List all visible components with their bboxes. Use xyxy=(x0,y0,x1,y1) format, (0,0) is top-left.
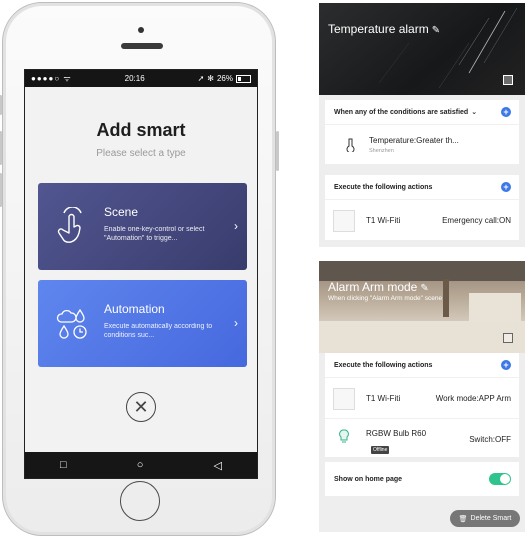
location-icon: ➚ xyxy=(197,74,205,83)
conditions-card: When any of the conditions are satisfied… xyxy=(325,100,519,164)
hero-image-dark: Temperature alarm ✎ xyxy=(319,3,525,95)
phone-frame: ●●●●○ ᯤ 20:16 ➚ ✻ 26% Add smart Please s… xyxy=(0,2,279,536)
action-row[interactable]: RGBW Bulb R60 Offline Switch:OFF xyxy=(325,418,519,459)
condition-row[interactable]: Temperature:Greater th... Shenzhen xyxy=(325,124,519,164)
change-image-icon[interactable] xyxy=(503,75,513,85)
actions-card: Execute the following actions + T1 Wi-Fi… xyxy=(325,353,519,457)
action-row[interactable]: T1 Wi-Fiti Work mode:APP Arm xyxy=(325,377,519,418)
thermometer-icon xyxy=(346,138,355,152)
actions-header: Execute the following actions + xyxy=(325,353,519,377)
phone-screen: ●●●●○ ᯤ 20:16 ➚ ✻ 26% Add smart Please s… xyxy=(24,69,258,479)
automation-title: Automation xyxy=(104,302,165,316)
scene-type-card[interactable]: Scene Enable one-key-control or select "… xyxy=(38,183,247,270)
mute-switch xyxy=(0,95,2,115)
android-nav-bar: □ ○ ◁ xyxy=(25,452,257,478)
touch-hand-icon xyxy=(57,207,82,243)
rain-streaks xyxy=(378,7,518,89)
power-button xyxy=(276,131,279,171)
scene-title: Temperature alarm ✎ xyxy=(328,22,441,36)
hero-image-kitchen: Alarm Arm mode ✎ When clicking "Alarm Arm… xyxy=(319,261,525,353)
page-subtitle: Please select a type xyxy=(96,148,186,159)
delete-smart-button[interactable]: 🗑 Delete Smart xyxy=(450,510,520,527)
condition-location: Shenzhen xyxy=(369,148,394,154)
battery-percent: 26% xyxy=(216,74,233,83)
chevron-right-icon: › xyxy=(234,316,238,330)
back-button[interactable]: ◁ xyxy=(213,459,221,472)
add-action-icon[interactable]: + xyxy=(501,360,511,370)
page-title: Add smart xyxy=(96,120,186,140)
automation-type-card[interactable]: Automation Execute automatically accordi… xyxy=(38,280,247,367)
device-icon xyxy=(333,210,355,232)
chevron-down-icon: ⌄ xyxy=(471,109,478,116)
action-value: Work mode:APP Arm xyxy=(435,394,511,403)
volume-up-button xyxy=(0,131,2,165)
close-icon: ✕ xyxy=(133,396,149,417)
signal-indicator: ●●●●○ ᯤ xyxy=(31,74,72,83)
bluetooth-icon: ✻ xyxy=(207,74,214,83)
pencil-icon[interactable]: ✎ xyxy=(432,25,440,36)
scene-subtitle: When clicking "Alarm Arm mode" scene xyxy=(328,295,443,302)
scene-title: Alarm Arm mode ✎ xyxy=(328,280,429,294)
counter-top xyxy=(319,321,525,353)
add-action-icon[interactable]: + xyxy=(501,182,511,192)
pencil-icon[interactable]: ✎ xyxy=(420,283,428,294)
change-image-icon[interactable] xyxy=(503,333,513,343)
actions-header: Execute the following actions + xyxy=(325,175,519,199)
scene-description: Enable one-key-control or select "Automa… xyxy=(104,226,205,242)
chevron-right-icon: › xyxy=(234,219,238,233)
home-button[interactable] xyxy=(120,481,160,521)
show-home-toggle[interactable] xyxy=(489,473,511,485)
action-value: Emergency call:ON xyxy=(442,216,511,225)
close-button[interactable]: ✕ xyxy=(126,392,156,422)
weather-clock-icon xyxy=(56,308,87,339)
condition-name: Temperature:Greater th... xyxy=(369,136,459,145)
device-icon xyxy=(333,388,355,410)
action-device: T1 Wi-Fiti xyxy=(366,394,401,403)
wifi-icon: ᯤ xyxy=(63,74,72,83)
action-value: Switch:OFF xyxy=(469,435,511,444)
status-bar: ●●●●○ ᯤ 20:16 ➚ ✻ 26% xyxy=(25,70,257,87)
earpiece-speaker xyxy=(121,43,163,49)
front-camera xyxy=(138,27,144,33)
offline-badge: Offline xyxy=(371,446,390,454)
temperature-alarm-panel: Temperature alarm ✎ When any of the condi… xyxy=(319,3,525,247)
pendant-light xyxy=(443,279,449,317)
ceiling-shadow xyxy=(319,261,525,281)
status-time: 20:16 xyxy=(124,74,145,83)
action-row[interactable]: T1 Wi-Fiti Emergency call:ON xyxy=(325,199,519,240)
automation-description: Execute automatically according to condi… xyxy=(104,323,213,339)
show-home-card: Show on home page xyxy=(325,462,519,496)
conditions-header[interactable]: When any of the conditions are satisfied… xyxy=(325,100,519,124)
volume-down-button xyxy=(0,173,2,207)
action-device: RGBW Bulb R60 xyxy=(366,429,427,438)
battery-icon xyxy=(235,74,251,83)
action-device: T1 Wi-Fiti xyxy=(366,216,401,225)
alarm-arm-mode-panel: Alarm Arm mode ✎ When clicking "Alarm Arm… xyxy=(319,261,525,532)
add-condition-icon[interactable]: + xyxy=(501,107,511,117)
actions-card: Execute the following actions + T1 Wi-Fi… xyxy=(325,175,519,240)
home-nav-button[interactable]: ○ xyxy=(137,459,144,471)
bulb-icon xyxy=(339,429,349,443)
trash-icon: 🗑 xyxy=(458,515,468,523)
recent-apps-button[interactable]: □ xyxy=(60,459,67,471)
scene-title: Scene xyxy=(104,205,139,219)
